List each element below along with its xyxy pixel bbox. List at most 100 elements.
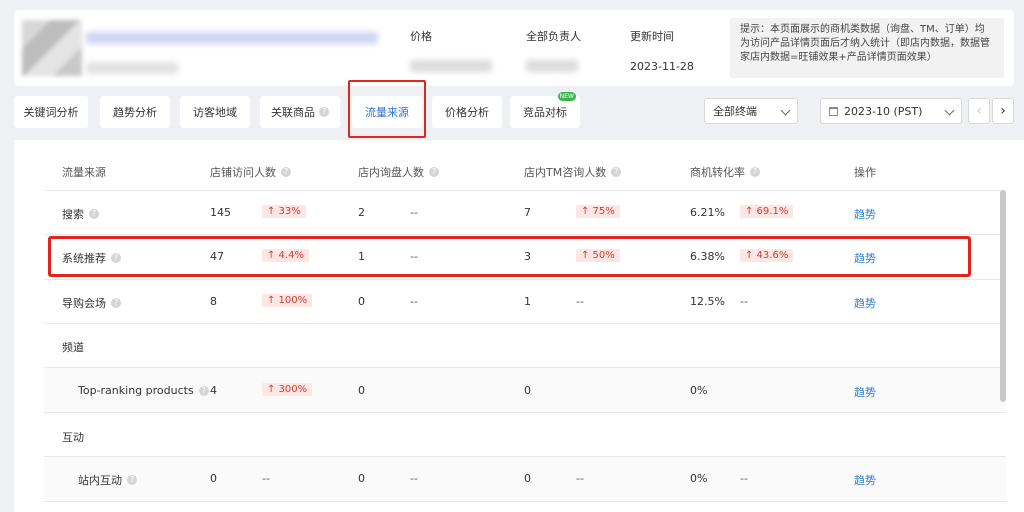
help-icon[interactable]: ?	[611, 167, 622, 177]
tab-label: 访客地域	[193, 106, 237, 119]
tm-change: --	[576, 295, 584, 308]
rate-value: 12.5%	[690, 295, 725, 308]
help-icon[interactable]: ?	[127, 475, 137, 485]
month-select[interactable]: 2023-10 (PST)	[820, 98, 962, 124]
trend-link[interactable]: 趋势	[854, 472, 876, 488]
next-month-button[interactable]: ›	[992, 98, 1014, 124]
row-source-label: 站内互动	[78, 474, 122, 487]
trend-link[interactable]: 趋势	[854, 295, 876, 311]
help-icon[interactable]: ?	[429, 167, 439, 177]
prev-month-button[interactable]: ‹	[968, 98, 990, 124]
tm-change: --	[576, 472, 584, 485]
rate-value: 0%	[690, 472, 708, 485]
divider	[44, 234, 1006, 235]
inquiry-change: --	[410, 206, 418, 219]
tm-value: 1	[524, 295, 531, 308]
col-header-action: 操作	[854, 164, 876, 180]
highlight-box-tab	[348, 80, 426, 138]
row-source: 导购会场?	[62, 295, 121, 311]
owner-label: 全部负责人	[526, 30, 581, 43]
inquiry-value: 2	[358, 206, 365, 219]
inquiry-value: 0	[358, 295, 365, 308]
col-header-label: 操作	[854, 166, 876, 179]
tip-box: 提示：本页面展示的商机类数据（询盘、TM、订单）均为访问产品详情页面后才纳入统计…	[730, 18, 1004, 78]
tab-price-analysis[interactable]: 价格分析	[432, 96, 502, 128]
row-source-label: Top-ranking products	[78, 384, 194, 397]
product-id-redacted	[86, 62, 178, 74]
help-icon[interactable]: ?	[281, 167, 291, 177]
rate-value: 0%	[690, 384, 708, 397]
tab-trend-analysis[interactable]: 趋势分析	[100, 96, 170, 128]
vertical-scrollbar[interactable]	[1000, 190, 1006, 402]
help-icon[interactable]: ?	[319, 107, 329, 117]
help-icon[interactable]: ?	[198, 385, 209, 396]
visitors-value: 4	[210, 384, 217, 397]
visitors-change-badge: ↑ 33%	[262, 205, 306, 218]
visitors-change-badge: ↑ 100%	[262, 294, 313, 307]
row-source: 搜索?	[62, 206, 99, 222]
tab-keyword-analysis[interactable]: 关键词分析	[14, 96, 88, 128]
trend-link[interactable]: 趋势	[854, 206, 876, 222]
month-select-value: 2023-10 (PST)	[844, 104, 923, 118]
inquiry-value: 0	[358, 472, 365, 485]
price-label: 价格	[410, 30, 432, 43]
tm-value: 0	[524, 384, 531, 397]
col-header-tm: 店内TM咨询人数?	[524, 164, 622, 180]
help-icon[interactable]: ?	[750, 167, 760, 177]
new-badge: NEW	[557, 92, 576, 101]
tab-label: 趋势分析	[113, 106, 157, 119]
tab-visitor-region[interactable]: 访客地域	[180, 96, 250, 128]
divider	[44, 501, 1006, 502]
trend-link[interactable]: 趋势	[854, 384, 876, 400]
help-icon[interactable]: ?	[111, 298, 121, 308]
inquiry-change: --	[410, 295, 418, 308]
visitors-change: --	[262, 472, 270, 485]
divider	[44, 412, 1006, 413]
tm-value: 7	[524, 206, 531, 219]
tab-related-products[interactable]: 关联商品?	[260, 96, 340, 128]
tab-label: 价格分析	[445, 106, 489, 119]
owner-value-redacted	[526, 60, 578, 72]
col-header-source: 流量来源	[62, 164, 106, 180]
visitors-value: 145	[210, 206, 231, 219]
rate-change: --	[740, 295, 748, 308]
tm-value: 0	[524, 472, 531, 485]
help-icon[interactable]: ?	[89, 209, 99, 219]
visitors-change-badge: ↑ 300%	[262, 383, 313, 396]
divider	[44, 190, 1006, 191]
tab-label: 竞品对标	[523, 106, 567, 119]
visitors-value: 0	[210, 472, 217, 485]
rate-value: 6.21%	[690, 206, 725, 219]
group-header-interaction: 互动	[62, 431, 84, 444]
chevron-left-icon: ‹	[976, 103, 982, 119]
col-header-visitors: 店铺访问人数?	[210, 164, 291, 180]
inquiry-value: 0	[358, 384, 365, 397]
price-value-redacted	[410, 60, 492, 72]
col-header-inquiry: 店内询盘人数?	[358, 164, 439, 180]
chevron-down-icon	[780, 105, 791, 116]
col-header-label: 店内TM咨询人数	[524, 166, 607, 179]
tab-competitor-benchmark[interactable]: 竞品对标 NEW	[510, 92, 580, 128]
product-thumbnail	[22, 20, 82, 76]
divider	[44, 279, 1006, 280]
divider	[44, 323, 1006, 324]
tab-label: 关键词分析	[23, 106, 79, 119]
group-header-channel: 频道	[62, 341, 84, 354]
col-header-label: 店内询盘人数	[358, 166, 424, 179]
terminal-select[interactable]: 全部终端	[704, 98, 798, 124]
chevron-down-icon	[944, 105, 955, 116]
calendar-icon	[829, 106, 838, 116]
rate-change: --	[740, 472, 748, 485]
row-source: 站内互动?	[78, 472, 137, 488]
row-source-label: 搜索	[62, 208, 84, 221]
inquiry-change: --	[410, 472, 418, 485]
col-header-label: 流量来源	[62, 166, 106, 179]
product-header: 价格 全部负责人 更新时间 2023-11-28 提示：本页面展示的商机类数据（…	[14, 10, 1014, 86]
col-header-label: 店铺访问人数	[210, 166, 276, 179]
col-header-rate: 商机转化率?	[690, 164, 760, 180]
updated-label: 更新时间	[630, 30, 674, 43]
highlight-box-row	[48, 236, 971, 277]
rate-change-badge: ↑ 69.1%	[740, 205, 794, 218]
visitors-value: 8	[210, 295, 217, 308]
col-header-label: 商机转化率	[690, 166, 745, 179]
